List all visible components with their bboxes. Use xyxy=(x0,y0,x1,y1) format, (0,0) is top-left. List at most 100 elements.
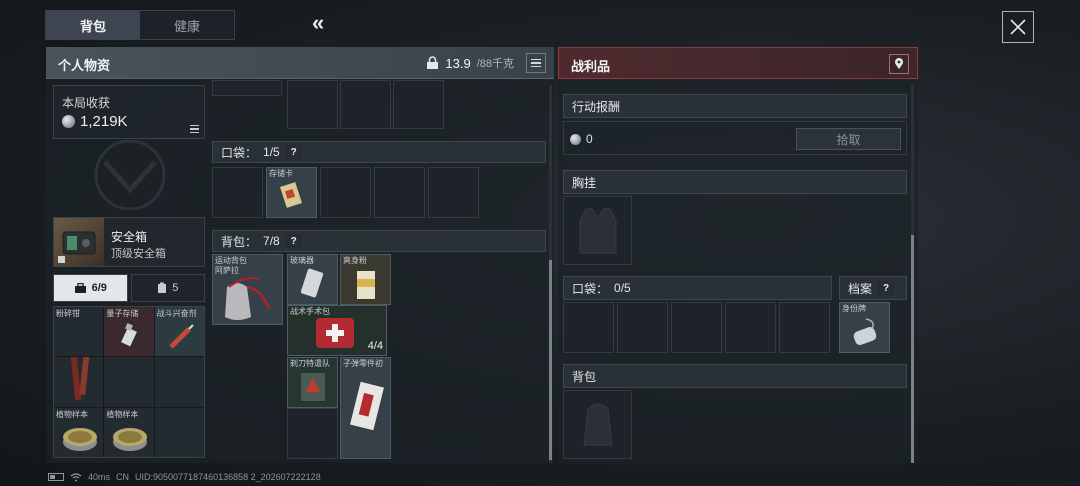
item-slot-empty[interactable] xyxy=(54,357,104,407)
archive-slot-dogtag[interactable]: 身份牌 xyxy=(839,302,890,353)
syringe-icon xyxy=(168,324,194,349)
item-slot-empty[interactable] xyxy=(154,407,204,457)
weight-max: /88千克 xyxy=(476,58,514,70)
item-name: 子弹零件初 xyxy=(343,359,383,368)
inventory-scroll-thumb[interactable] xyxy=(549,260,552,460)
income-value: 1,219K xyxy=(80,113,128,130)
loot-pocket-count: 0/5 xyxy=(614,281,631,295)
income-value-row: 1,219K xyxy=(62,113,128,130)
pocket-slot-4[interactable] xyxy=(374,167,425,218)
memory-card-icon xyxy=(279,182,303,208)
powder-can-icon xyxy=(357,271,375,299)
loot-pocket-slot-3[interactable] xyxy=(671,302,722,353)
pickup-button[interactable]: 拾取 xyxy=(796,128,901,150)
close-button[interactable] xyxy=(1002,11,1034,43)
equipped-backpack[interactable]: 运动背包 阿萨拉 xyxy=(212,254,283,325)
backpack-item-surgical-kit[interactable]: 战术手术包 4/4 xyxy=(287,305,387,356)
safe-box-slot[interactable]: 安全箱 顶级安全箱 xyxy=(53,217,205,267)
vest-slot[interactable] xyxy=(563,196,632,265)
weight-current: 13.9 xyxy=(445,55,471,71)
loot-backpack-slot[interactable] xyxy=(563,390,632,459)
collapse-icon[interactable]: « xyxy=(312,10,324,36)
item-slot-empty[interactable] xyxy=(154,357,204,407)
backpack-slot-empty[interactable] xyxy=(287,408,338,459)
pocket-slot-1[interactable] xyxy=(212,167,263,218)
vest-label: 胸挂 xyxy=(572,175,597,190)
pocket-count: 1/5 xyxy=(263,145,280,159)
pocket-help-icon[interactable]: ? xyxy=(285,145,302,159)
loot-scroll-thumb[interactable] xyxy=(911,235,914,463)
pocket-slot-5[interactable] xyxy=(428,167,479,218)
status-bar: 40ms CN UID:9050077187460136858 2_202607… xyxy=(48,472,321,482)
backpack-item-glass[interactable]: 玻璃器 xyxy=(287,254,338,305)
loot-scrollbar[interactable] xyxy=(911,85,914,463)
tab-health[interactable]: 健康 xyxy=(140,11,234,39)
archive-label: 档案 xyxy=(848,281,873,296)
safe-box-icon xyxy=(58,231,96,263)
loot-pocket-slot-2[interactable] xyxy=(617,302,668,353)
safe-box-tier: 顶级安全箱 xyxy=(111,248,166,260)
wifi-icon xyxy=(70,472,82,481)
item-quantum-storage[interactable]: 量子存储 xyxy=(104,307,154,357)
item-count: 4/4 xyxy=(367,340,383,352)
backpack-item-razor-team[interactable]: 剃刀特遣队 xyxy=(287,357,338,408)
tab-tools[interactable]: 6/9 xyxy=(53,274,128,302)
backpack-help-icon[interactable]: ? xyxy=(285,234,302,248)
reward-header: 行动报酬 xyxy=(563,94,907,118)
item-name: 爽身粉 xyxy=(343,256,367,265)
equip-slot-partial[interactable] xyxy=(212,80,282,96)
item-slot-empty[interactable] xyxy=(104,357,154,407)
dogtag-icon xyxy=(853,318,877,345)
loot-header: 战利品 xyxy=(558,47,918,79)
safe-box-name: 安全箱 xyxy=(111,230,148,244)
item-name: 量子存储 xyxy=(106,309,139,318)
backpack-item-bullet-parts[interactable]: 子弹零件初 xyxy=(340,357,391,459)
loot-pocket-slot-4[interactable] xyxy=(725,302,776,353)
archive-help-icon[interactable]: ? xyxy=(878,281,895,295)
item-cutter[interactable]: 粉碎钳 xyxy=(54,307,104,357)
backpack-item-powder[interactable]: 爽身粉 xyxy=(340,254,391,305)
battery-icon xyxy=(48,473,64,481)
tab-cards[interactable]: 5 xyxy=(130,274,205,302)
safe-box-image xyxy=(54,218,104,266)
medkit-icon xyxy=(316,318,354,348)
income-detail-icon[interactable] xyxy=(190,124,199,133)
round-income: 本局收获 1,219K xyxy=(53,85,205,139)
backpack-silhouette-icon xyxy=(583,403,613,446)
backpack-label: 背包： xyxy=(221,234,258,249)
plant-sample-tin-icon xyxy=(113,427,148,451)
tab-cards-count: 5 xyxy=(172,282,179,294)
item-name: 植物样本 xyxy=(106,409,139,419)
plant-sample-tin-icon xyxy=(63,427,97,451)
equip-slot-partial[interactable] xyxy=(340,80,391,129)
crimping-pliers-icon xyxy=(69,357,91,401)
backpack-header: 背包： 7/8 ? xyxy=(212,230,546,252)
location-pin-icon xyxy=(895,58,903,69)
item-plant-sample-1[interactable]: 植物样本 xyxy=(54,407,104,457)
item-name: 剃刀特遣队 xyxy=(290,359,330,368)
item-plant-sample-2[interactable]: 植物样本 xyxy=(104,407,154,457)
pocket-slot-3[interactable] xyxy=(320,167,371,218)
tab-backpack[interactable]: 背包 xyxy=(46,11,140,39)
archive-header: 档案 ? xyxy=(839,276,907,300)
loot-pocket-slot-1[interactable] xyxy=(563,302,614,353)
equip-slot-partial[interactable] xyxy=(287,80,338,129)
item-stimulant[interactable]: 战斗兴奋剂 xyxy=(154,307,204,357)
faction-emblem-icon xyxy=(94,140,166,210)
weight-indicator: 13.9 /88千克 xyxy=(426,55,514,71)
loot-backpack-label: 背包 xyxy=(572,369,597,384)
pocket-slot-storage-card[interactable]: 存储卡 xyxy=(266,167,317,218)
coin-icon xyxy=(570,133,581,145)
loot-title: 战利品 xyxy=(571,59,611,74)
ammo-card-icon xyxy=(350,381,384,431)
card-holder-icon xyxy=(158,282,167,293)
equip-slot-partial[interactable] xyxy=(393,80,444,129)
item-name: 玻璃器 xyxy=(290,256,314,265)
item-name: 粉碎钳 xyxy=(56,309,80,318)
location-pin-button[interactable] xyxy=(889,54,909,74)
sort-list-button[interactable] xyxy=(526,53,546,73)
loot-pocket-slot-5[interactable] xyxy=(779,302,830,353)
pocket-label: 口袋： xyxy=(221,145,258,160)
inventory-scrollbar[interactable] xyxy=(549,85,552,463)
ping-value: 40ms xyxy=(88,472,111,482)
